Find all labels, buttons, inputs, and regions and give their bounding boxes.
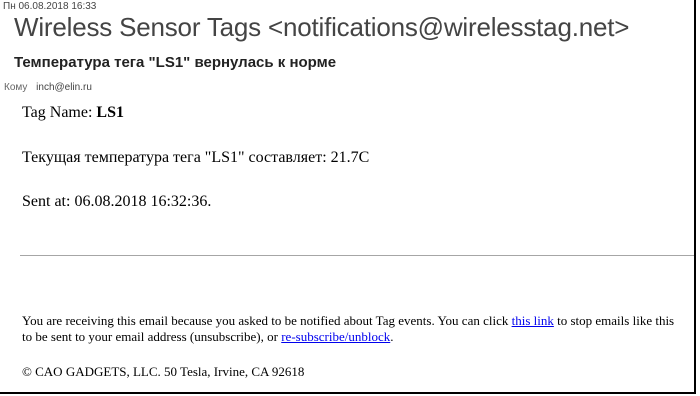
unsubscribe-notice: You are receiving this email because you… <box>22 313 687 345</box>
tag-name-label: Tag Name: <box>22 104 97 121</box>
tag-name-value: LS1 <box>96 104 124 121</box>
email-date: Пн 06.08.2018 16:33 <box>3 1 97 12</box>
email-subject: Температура тега "LS1" вернулась к норме <box>14 54 337 71</box>
divider <box>20 255 694 256</box>
sent-at-line: Sent at: 06.08.2018 16:32:36. <box>22 193 212 210</box>
tag-name-line: Tag Name: LS1 <box>22 104 124 122</box>
email-sender[interactable]: Wireless Sensor Tags <notifications@wire… <box>14 12 629 43</box>
unsubscribe-link[interactable]: this link <box>512 313 554 328</box>
notice-text-1: You are receiving this email because you… <box>22 313 512 328</box>
notice-text-3: . <box>390 329 394 344</box>
email-recipients: Кому inch@elin.ru <box>4 82 92 93</box>
to-label: Кому <box>4 82 28 93</box>
temperature-line: Текущая температура тега "LS1" составляе… <box>22 149 370 166</box>
resubscribe-link[interactable]: re-subscribe/unblock <box>281 329 390 344</box>
recipient-address[interactable]: inch@elin.ru <box>36 82 92 93</box>
copyright-footer: © CAO GADGETS, LLC. 50 Tesla, Irvine, CA… <box>22 364 305 379</box>
email-reading-pane: Пн 06.08.2018 16:33 Wireless Sensor Tags… <box>0 0 696 394</box>
